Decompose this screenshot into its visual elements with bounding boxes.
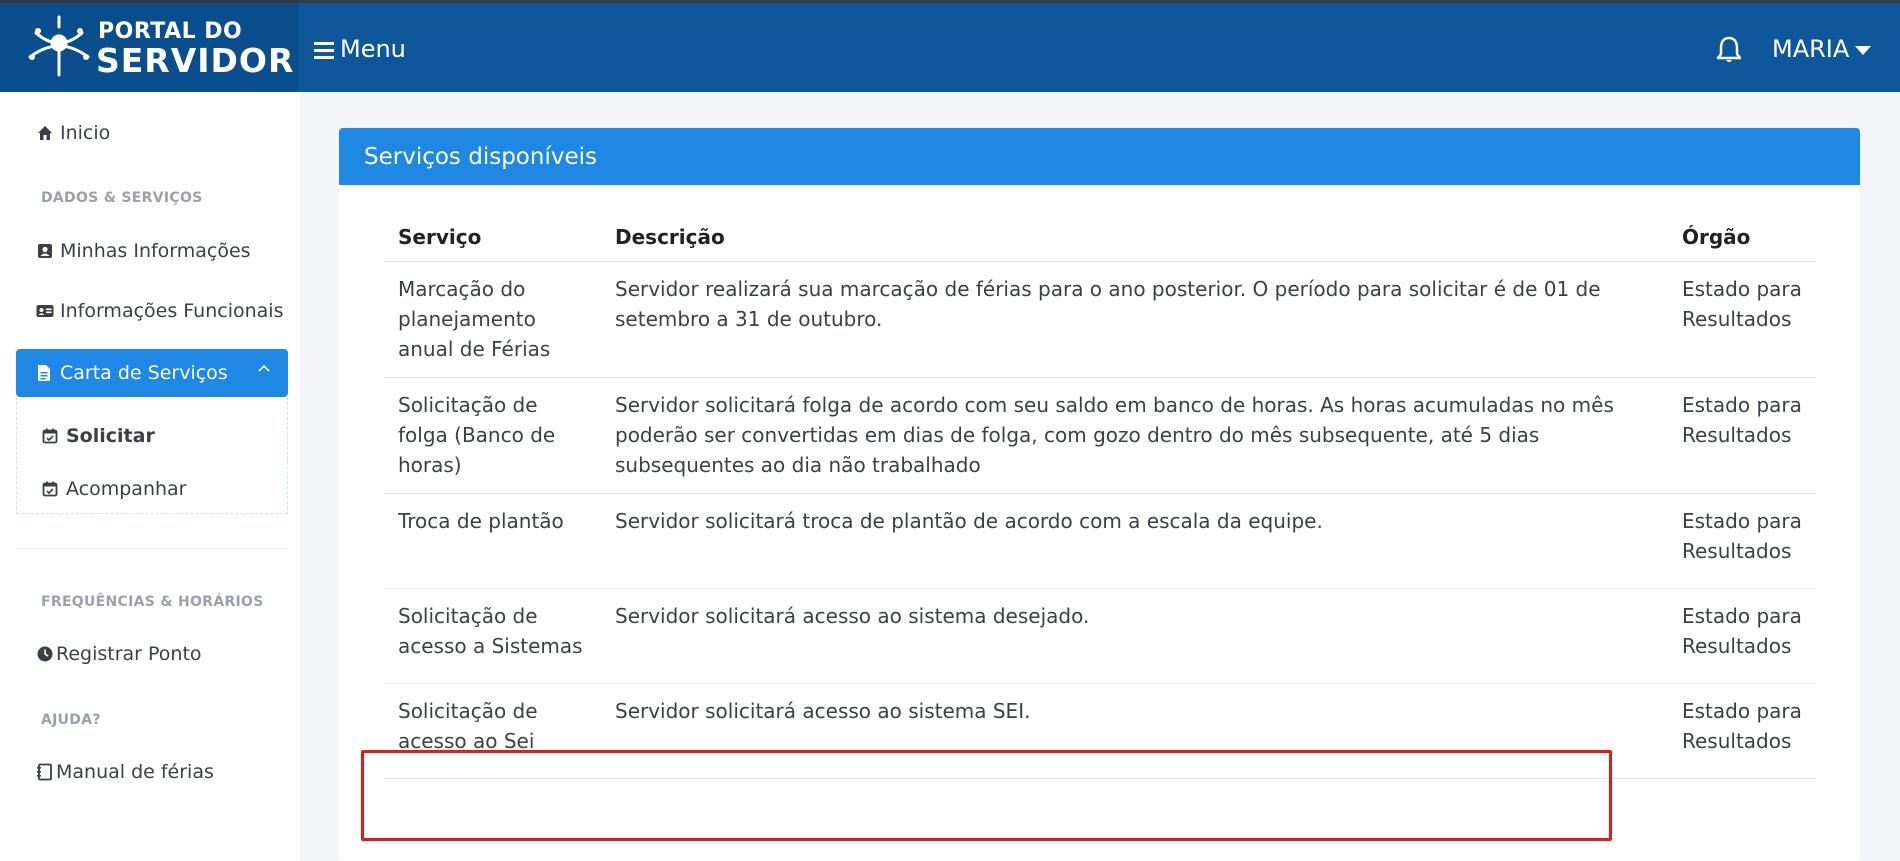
submenu-item-solicitar[interactable]: Solicitar <box>42 425 155 447</box>
sidebar-item-registrar-ponto[interactable]: Registrar Ponto <box>36 643 202 665</box>
menu-button[interactable]: Menu <box>314 35 406 63</box>
document-icon <box>38 365 50 381</box>
calendar-check-icon <box>42 481 58 497</box>
logo-icon <box>28 15 90 77</box>
cell-descricao: Servidor solicitará folga de acordo com … <box>601 377 1668 494</box>
column-header-descricao: Descrição <box>601 213 1668 262</box>
sidebar-item-label: Manual de férias <box>56 761 214 783</box>
column-header-servico: Serviço <box>384 213 601 262</box>
cell-descricao: Servidor solicitará acesso ao sistema de… <box>601 588 1668 684</box>
notebook-icon <box>37 763 52 781</box>
cell-servico: Solicitação de acesso a Sistemas <box>384 588 601 684</box>
sidebar-item-minhas-informacoes[interactable]: Minhas Informações <box>36 240 251 262</box>
sidebar-item-manual-de-ferias[interactable]: Manual de férias <box>36 761 214 783</box>
home-icon <box>38 126 52 140</box>
sidebar: Inicio DADOS & SERVIÇOS Minhas Informaçõ… <box>0 92 300 861</box>
card-title: Serviços disponíveis <box>339 128 1860 185</box>
sidebar-divider <box>16 548 288 549</box>
column-header-orgao: Órgão <box>1668 213 1816 262</box>
section-title-ajuda: AJUDA? <box>41 712 101 728</box>
top-header: PORTAL DO SERVIDOR Menu MARIA <box>0 3 1900 92</box>
caret-down-icon <box>1855 45 1872 55</box>
submenu-item-label: Solicitar <box>66 425 155 447</box>
cell-orgao: Estado para Resultados <box>1668 683 1816 779</box>
sidebar-item-inicio[interactable]: Inicio <box>36 122 110 144</box>
table-row[interactable]: Marcação do planejamento anual de Férias… <box>384 261 1816 378</box>
cell-servico: Troca de plantão <box>384 493 601 589</box>
section-title-dados: DADOS & SERVIÇOS <box>41 190 203 206</box>
brand-title-bottom: SERVIDOR <box>96 41 295 80</box>
cell-servico: Marcação do planejamento anual de Férias <box>384 261 601 378</box>
cell-servico: Solicitação de folga (Banco de horas) <box>384 377 601 494</box>
highlight-box <box>361 750 1612 841</box>
cell-descricao: Servidor realizará sua marcação de féria… <box>601 261 1668 378</box>
sidebar-item-carta-de-servicos[interactable]: Carta de Serviços <box>16 349 288 397</box>
cell-orgao: Estado para Resultados <box>1668 493 1816 589</box>
table-row[interactable]: Solicitação de folga (Banco de horas) Se… <box>384 377 1816 494</box>
sidebar-item-label: Inicio <box>60 122 111 144</box>
cell-orgao: Estado para Resultados <box>1668 588 1816 684</box>
calendar-check-icon <box>42 428 58 444</box>
clock-icon <box>37 646 53 662</box>
services-table: Serviço Descrição Órgão Marcação do plan… <box>384 213 1816 779</box>
sidebar-item-label: Carta de Serviços <box>60 362 228 384</box>
hamburger-icon <box>314 42 334 59</box>
cell-orgao: Estado para Resultados <box>1668 377 1816 494</box>
table-row[interactable]: Troca de plantão Servidor solicitará tro… <box>384 493 1816 589</box>
sidebar-item-informacoes-funcionais[interactable]: Informações Funcionais <box>36 300 283 322</box>
sidebar-item-label: Registrar Ponto <box>56 643 202 665</box>
bell-icon[interactable] <box>1716 35 1742 65</box>
table-header-row: Serviço Descrição Órgão <box>384 213 1816 262</box>
id-card-icon <box>36 305 54 317</box>
user-menu[interactable]: MARIA <box>1772 35 1872 63</box>
sidebar-item-label: Informações Funcionais <box>60 300 284 322</box>
submenu-item-label: Acompanhar <box>66 478 187 500</box>
submenu-item-acompanhar[interactable]: Acompanhar <box>42 478 187 500</box>
menu-label: Menu <box>340 35 406 63</box>
contact-card-icon <box>38 244 52 258</box>
brand-area[interactable]: PORTAL DO SERVIDOR <box>0 3 298 92</box>
sidebar-item-label: Minhas Informações <box>60 240 251 262</box>
user-name: MARIA <box>1772 35 1850 63</box>
section-title-frequencias: FREQUÊNCIAS & HORÁRIOS <box>41 594 264 610</box>
chevron-up-icon[interactable] <box>258 364 270 372</box>
cell-descricao: Servidor solicitará troca de plantão de … <box>601 493 1668 589</box>
table-row[interactable]: Solicitação de acesso a Sistemas Servido… <box>384 588 1816 684</box>
cell-orgao: Estado para Resultados <box>1668 261 1816 378</box>
